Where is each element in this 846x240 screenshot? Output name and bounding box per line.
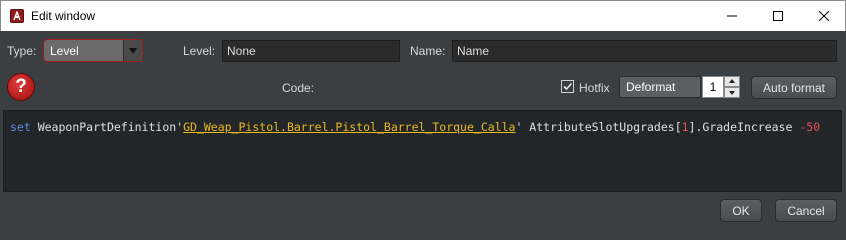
hotfix-checkbox[interactable] [561,80,574,93]
code-class: WeaponPartDefinition' [30,120,184,134]
type-select[interactable]: Level [43,39,143,62]
cancel-button[interactable]: Cancel [775,199,837,222]
close-button[interactable] [801,1,846,31]
close-icon [819,11,829,21]
spinner-down-icon[interactable] [724,87,740,98]
maximize-button[interactable] [755,1,801,31]
ok-button[interactable]: OK [720,199,762,222]
level-field[interactable]: None [222,40,400,62]
code-property: ].GradeIncrease [688,120,800,134]
minimize-icon [727,15,737,17]
window-title: Edit window [31,9,96,23]
format-level-spinner[interactable]: 1 [702,76,724,98]
hotfix-label: Hotfix [579,81,610,95]
maximize-icon [773,11,783,21]
level-label: Level: [183,44,216,58]
chevron-down-icon[interactable] [123,40,142,61]
code-label: Code: [282,81,315,95]
name-field[interactable]: Name [452,40,837,62]
code-object-path[interactable]: GD_Weap_Pistol.Barrel.Pistol_Barrel_Torq… [183,120,515,134]
spinner-up-icon[interactable] [724,76,740,87]
minimize-button[interactable] [709,1,755,31]
code-line: set WeaponPartDefinition'GD_Weap_Pistol.… [10,120,820,134]
code-value: -50 [799,120,821,134]
format-select[interactable]: Deformat [619,76,701,98]
app-icon [10,9,24,23]
title-bar: Edit window [0,0,846,31]
checkmark-icon [563,82,573,91]
name-label: Name: [410,44,446,58]
type-label: Type: [7,44,37,58]
code-attribute: ' AttributeSlotUpgrades[ [515,120,682,134]
auto-format-button[interactable]: Auto format [751,76,837,99]
help-icon[interactable]: ? [7,73,35,101]
type-select-value: Level [50,44,79,58]
code-index: 1 [681,120,689,134]
code-keyword: set [10,120,31,134]
code-editor[interactable]: set WeaponPartDefinition'GD_Weap_Pistol.… [3,110,842,192]
